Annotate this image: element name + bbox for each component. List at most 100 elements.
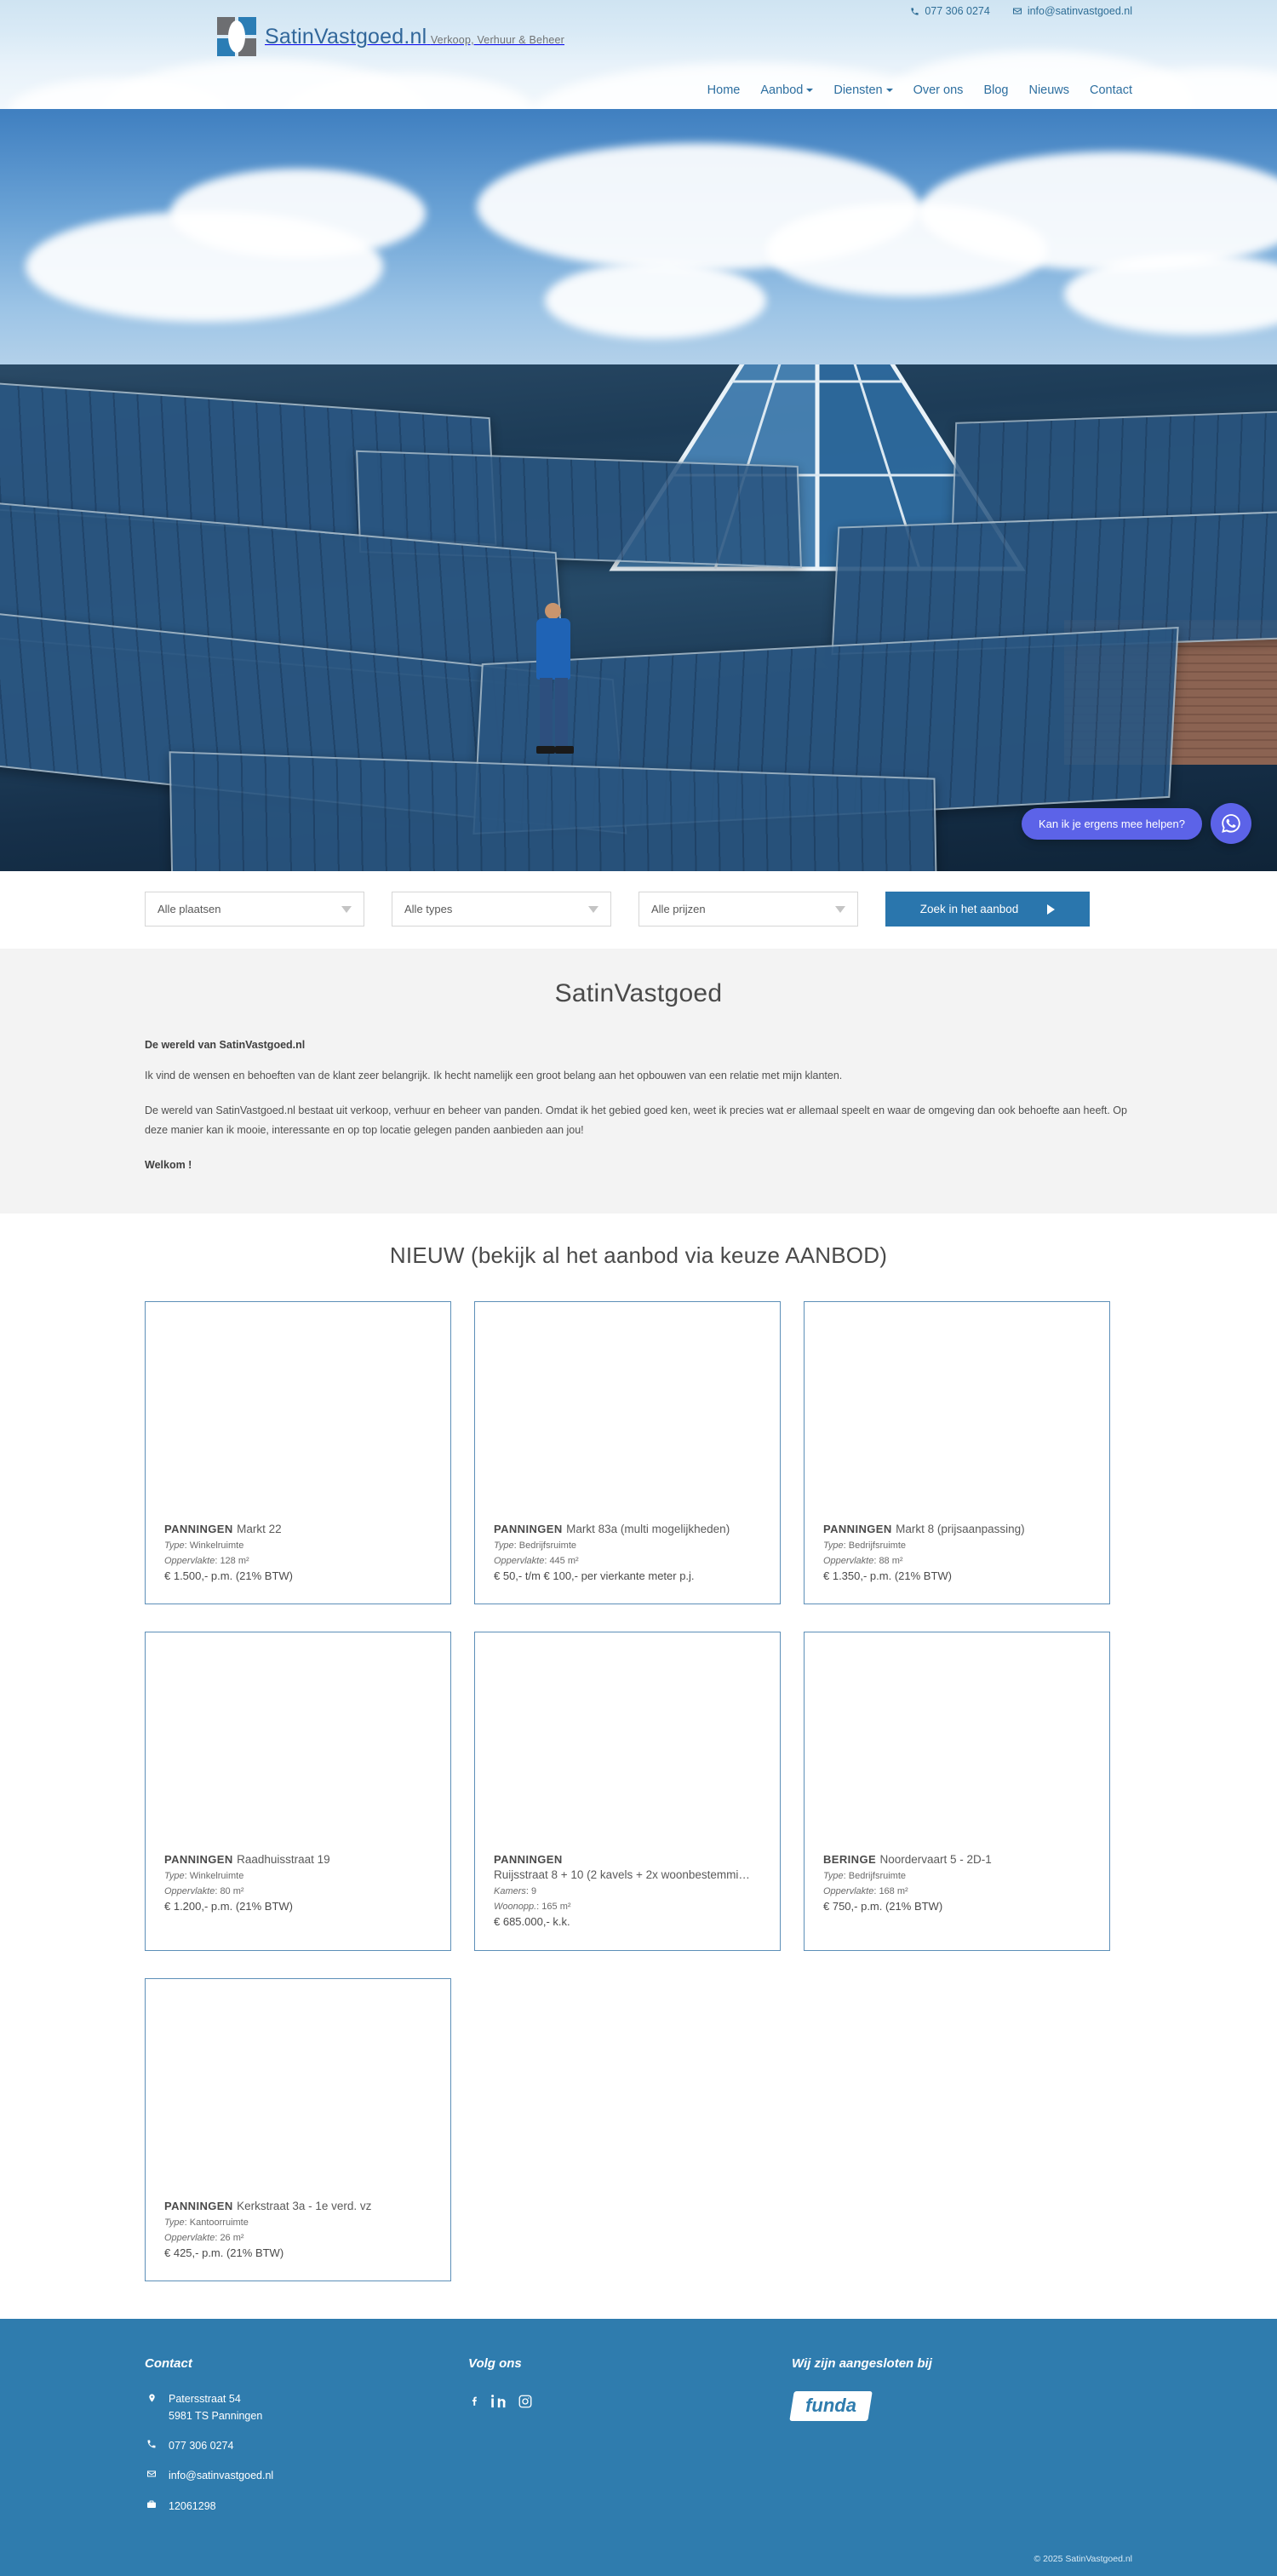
listing-thumbnail	[475, 1632, 780, 1848]
listing-meta-value: 168 m²	[879, 1886, 908, 1897]
listing-meta-value: 445 m²	[549, 1555, 579, 1566]
footer-address: Patersstraat 54 5981 TS Panningen	[145, 2391, 468, 2424]
topbar-phone[interactable]: 077 306 0274	[910, 5, 990, 17]
listing-meta-value: 165 m²	[541, 1902, 571, 1913]
footer-contact-heading: Contact	[145, 2356, 192, 2372]
filter-types-value: Alle types	[404, 903, 453, 915]
listing-meta-value: 26 m²	[220, 2232, 244, 2243]
chat-widget-message[interactable]: Kan ik je ergens mee helpen?	[1021, 807, 1202, 840]
listing-price: € 50,- t/m € 100,- per vierkante meter p…	[494, 1569, 695, 1582]
facebook-icon[interactable]	[468, 2391, 479, 2412]
logo-tagline: Verkoop, Verhuur & Beheer	[430, 33, 565, 46]
filter-prijzen-value: Alle prijzen	[651, 903, 706, 915]
listing-address: Markt 83a (multi mogelijkheden)	[566, 1522, 730, 1535]
listing-address: Markt 22	[237, 1522, 282, 1535]
footer-email[interactable]: info@satinvastgoed.nl	[145, 2468, 468, 2484]
listing-card[interactable]: PANNINGEN Markt 83a (multi mogelijkheden…	[474, 1300, 781, 1605]
hero-person	[528, 603, 579, 756]
intro-welcome: Welkom !	[145, 1159, 192, 1172]
listing-price: € 1.500,- p.m. (21% BTW)	[164, 1569, 293, 1582]
nav-item-nieuws[interactable]: Nieuws	[1028, 83, 1069, 97]
listing-price: € 750,- p.m. (21% BTW)	[823, 1900, 943, 1913]
location-pin-icon	[145, 2391, 158, 2404]
chevron-down-icon	[588, 905, 598, 913]
search-submit-button[interactable]: Zoek in het aanbod	[885, 892, 1090, 927]
footer-social-heading: Volg ons	[468, 2356, 522, 2372]
listing-meta-label: Oppervlakte	[164, 1886, 215, 1897]
listing-address: Markt 8 (prijsaanpassing)	[896, 1522, 1025, 1535]
nav-item-over-ons[interactable]: Over ons	[913, 83, 964, 97]
listing-meta-label: Oppervlakte	[823, 1886, 874, 1897]
listing-meta-value: 88 m²	[879, 1555, 903, 1566]
nav-label: Nieuws	[1028, 83, 1070, 97]
footer-kvk: 12061298	[145, 2499, 468, 2515]
listing-card[interactable]: PANNINGEN Raadhuisstraat 19 Type: Winkel…	[145, 1632, 451, 1951]
listing-card[interactable]: PANNINGEN Markt 8 (prijsaanpassing) Type…	[804, 1300, 1110, 1605]
nav-item-blog[interactable]: Blog	[983, 83, 1008, 97]
intro-paragraph-1: Ik vind de wensen en behoeften van de kl…	[145, 1070, 843, 1081]
footer-phone[interactable]: 077 306 0274	[145, 2438, 468, 2454]
listing-meta-value: Bedrijfsruimte	[518, 1540, 577, 1551]
phone-icon	[910, 7, 919, 16]
hero-banner: Kan ik je ergens mee helpen?	[0, 109, 1277, 871]
footer-affiliation-heading: Wij zijn aangesloten bij	[792, 2356, 932, 2372]
listing-city: PANNINGEN	[823, 1522, 892, 1535]
envelope-icon	[1012, 6, 1022, 16]
listing-thumbnail	[146, 1301, 450, 1517]
footer-affiliation-column: Wij zijn aangesloten bij funda	[789, 2356, 1132, 2528]
listing-price: € 1.350,- p.m. (21% BTW)	[823, 1569, 952, 1582]
site-footer: Contact Patersstraat 54 5981 TS Panninge…	[0, 2319, 1277, 2576]
listing-thumbnail	[805, 1632, 1109, 1848]
footer-phone-text[interactable]: 077 306 0274	[169, 2438, 233, 2454]
listing-meta-value: Bedrijfsruimte	[848, 1540, 907, 1551]
nav-item-contact[interactable]: Contact	[1090, 83, 1132, 97]
whatsapp-chat-widget[interactable]: Kan ik je ergens mee helpen?	[1021, 803, 1251, 844]
whatsapp-icon[interactable]	[1211, 803, 1251, 844]
footer-copyright: © 2025 SatinVastgoed.nl	[1034, 2554, 1132, 2565]
filter-prijzen-select[interactable]: Alle prijzen	[638, 892, 858, 927]
nav-item-aanbod[interactable]: Aanbod	[760, 83, 814, 97]
footer-address-line2: 5981 TS Panningen	[169, 2409, 263, 2422]
site-logo[interactable]: SatinVastgoed.nl Verkoop, Verhuur & Behe…	[217, 17, 564, 56]
topbar-email[interactable]: info@satinvastgoed.nl	[1012, 5, 1132, 17]
chevron-down-icon	[835, 905, 845, 913]
listing-thumbnail	[805, 1301, 1109, 1517]
footer-email-text[interactable]: info@satinvastgoed.nl	[169, 2468, 273, 2484]
topbar-email-text: info@satinvastgoed.nl	[1027, 5, 1132, 17]
listing-address: Ruijsstraat 8 + 10 (2 kavels + 2x woonbe…	[494, 1868, 750, 1882]
filter-types-select[interactable]: Alle types	[392, 892, 611, 927]
listing-meta-label: Oppervlakte	[494, 1555, 545, 1566]
nav-item-home[interactable]: Home	[707, 83, 741, 97]
logo-mark-icon	[217, 17, 256, 56]
listing-card[interactable]: PANNINGEN Markt 22 Type: Winkelruimte Op…	[145, 1300, 451, 1605]
page-title: SatinVastgoed	[554, 979, 723, 1007]
envelope-icon	[145, 2468, 158, 2479]
listing-card[interactable]: BERINGE Noordervaart 5 - 2D-1 Type: Bedr…	[804, 1632, 1110, 1951]
hero-solar-panels	[0, 364, 1277, 871]
listing-meta-label: Oppervlakte	[164, 2232, 215, 2243]
footer-contact-column: Contact Patersstraat 54 5981 TS Panninge…	[145, 2356, 468, 2528]
funda-logo-text: funda	[805, 2395, 856, 2417]
listing-card[interactable]: PANNINGEN Kerkstraat 3a - 1e verd. vz Ty…	[145, 1977, 451, 2282]
listing-city: PANNINGEN	[164, 1853, 233, 1867]
filter-plaatsen-select[interactable]: Alle plaatsen	[145, 892, 364, 927]
listing-city: PANNINGEN	[494, 1853, 563, 1867]
listing-meta-value: 80 m²	[220, 1886, 244, 1897]
instagram-icon[interactable]	[518, 2394, 533, 2409]
listing-meta-value: Kantoorruimte	[189, 2217, 249, 2228]
topbar-phone-text: 077 306 0274	[925, 5, 990, 17]
listing-meta-value: 9	[531, 1886, 537, 1897]
listing-meta-value: Winkelruimte	[189, 1871, 244, 1882]
listing-thumbnail	[475, 1301, 780, 1517]
footer-social-column: Volg ons	[468, 2356, 792, 2528]
funda-logo[interactable]: funda	[789, 2391, 873, 2422]
nav-item-diensten[interactable]: Diensten	[833, 83, 893, 97]
filter-plaatsen-value: Alle plaatsen	[157, 903, 221, 915]
listing-meta-value: Winkelruimte	[189, 1540, 244, 1551]
chevron-down-icon	[885, 89, 893, 92]
listing-price: € 425,- p.m. (21% BTW)	[164, 2246, 284, 2260]
linkedin-icon[interactable]	[490, 2391, 507, 2412]
nav-label: Aanbod	[760, 83, 804, 97]
listing-card[interactable]: PANNINGEN Ruijsstraat 8 + 10 (2 kavels +…	[474, 1632, 781, 1951]
listing-address: Noordervaart 5 - 2D-1	[879, 1853, 992, 1867]
